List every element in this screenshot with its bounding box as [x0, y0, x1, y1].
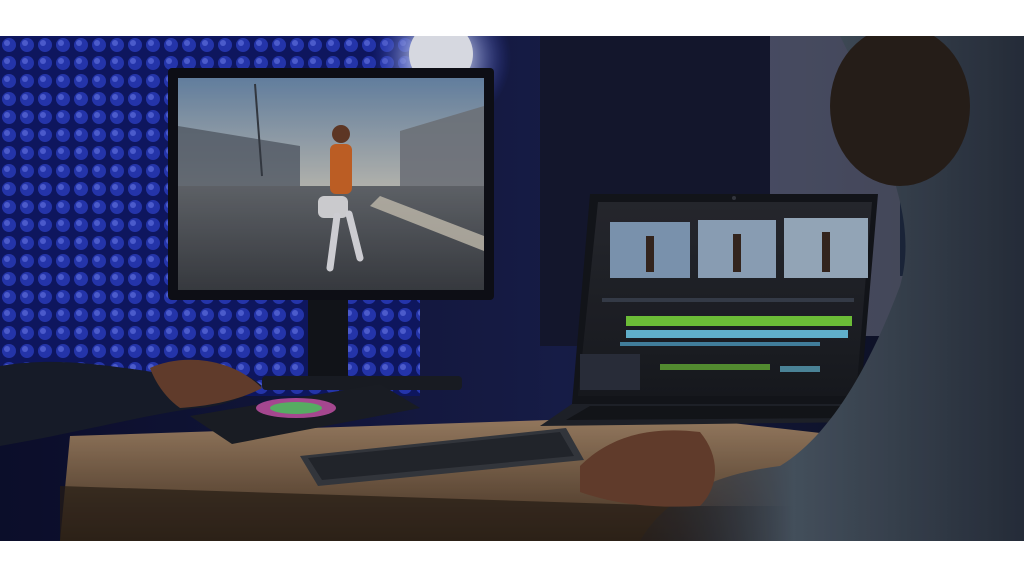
photo-frame	[0, 36, 1024, 541]
vignette	[0, 36, 1024, 541]
studio-scene	[0, 36, 1024, 541]
